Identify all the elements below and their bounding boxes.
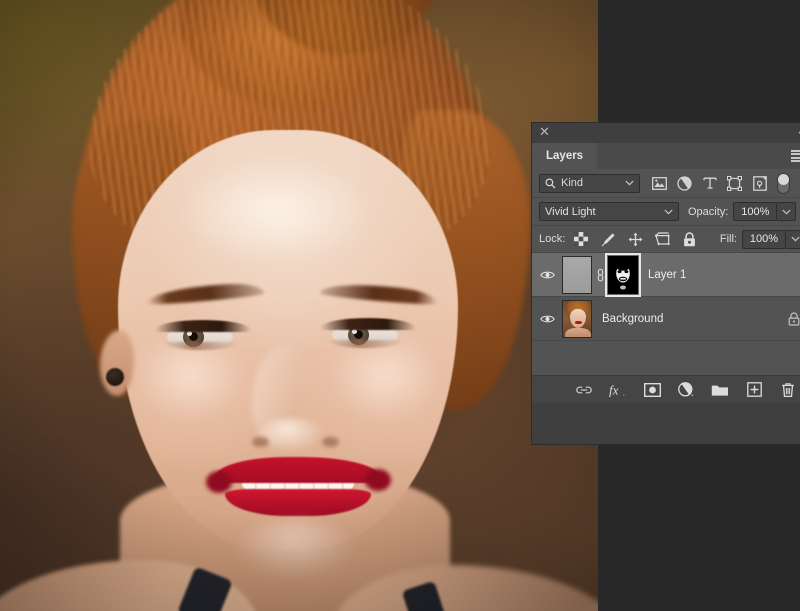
link-layers-button[interactable]: [574, 381, 594, 399]
lock-image-pixels-icon[interactable]: [600, 231, 616, 247]
new-layer-button[interactable]: [744, 381, 764, 399]
new-group-button[interactable]: [710, 381, 730, 399]
filter-kind-select[interactable]: Kind: [539, 173, 640, 193]
layer-name-label: Layer 1: [648, 268, 687, 281]
chevron-down-icon: [664, 209, 673, 215]
search-icon: [545, 178, 556, 189]
filter-smart-object-icon[interactable]: [751, 175, 768, 192]
filter-kind-label: Kind: [561, 177, 584, 189]
layer-list: Layer 1 Background: [532, 252, 800, 375]
layer-visibility-toggle[interactable]: [532, 314, 562, 324]
filter-adjustment-layers-icon[interactable]: [676, 175, 693, 192]
layer-style-fx-button[interactable]: fx: [608, 381, 628, 399]
svg-text:fx: fx: [609, 382, 619, 397]
tab-layers[interactable]: Layers: [532, 143, 598, 169]
new-adjustment-layer-button[interactable]: [676, 381, 696, 399]
lock-label: Lock:: [539, 233, 566, 245]
table-row[interactable]: Layer 1: [532, 252, 800, 297]
filter-icon-group: [651, 175, 768, 192]
portrait-photo: [0, 0, 598, 611]
opacity-slider-chevron-icon[interactable]: [777, 202, 797, 221]
layers-panel-footer: fx: [532, 375, 800, 403]
panel-titlebar: ✕ «: [532, 123, 800, 143]
filter-enable-toggle[interactable]: [777, 172, 790, 194]
lock-all-icon[interactable]: [681, 231, 697, 247]
layer-thumbnail[interactable]: [562, 255, 592, 294]
layer-list-empty-space: [532, 341, 800, 375]
panel-body: Kind Vivid Light Opacity: 100% Lock: Fil…: [532, 169, 800, 403]
lock-position-icon[interactable]: [627, 231, 643, 247]
photo-vignette: [0, 0, 598, 611]
layers-panel: ✕ « Layers Kind: [532, 123, 800, 444]
lock-artboard-nesting-icon[interactable]: [654, 231, 670, 247]
close-icon[interactable]: ✕: [538, 125, 551, 139]
panel-tab-row: Layers: [532, 143, 800, 169]
add-layer-mask-button[interactable]: [642, 381, 662, 399]
opacity-label: Opacity:: [688, 205, 729, 218]
hamburger-menu-icon[interactable]: [791, 150, 800, 162]
filter-type-layers-icon[interactable]: [701, 175, 718, 192]
app-root: ✕ « Layers Kind: [0, 0, 800, 611]
layer-mask-link-icon[interactable]: [592, 267, 608, 283]
layer-locked-icon: [788, 311, 800, 326]
layer-thumbnail[interactable]: [562, 299, 592, 338]
tab-row-filler: [597, 143, 800, 169]
filter-pixel-layers-icon[interactable]: [651, 175, 668, 192]
document-canvas[interactable]: [0, 0, 598, 611]
fill-slider-chevron-icon[interactable]: [786, 229, 800, 249]
blend-mode-select[interactable]: Vivid Light: [539, 202, 679, 221]
layer-visibility-toggle[interactable]: [532, 270, 562, 280]
filter-shape-layers-icon[interactable]: [726, 175, 743, 192]
layer-filter-row: Kind: [532, 169, 800, 197]
layer-name-label: Background: [602, 312, 664, 325]
blend-mode-value: Vivid Light: [545, 205, 596, 218]
tab-layers-label: Layers: [546, 150, 584, 162]
lock-icon-group: [573, 231, 697, 247]
lock-row: Lock: Fill: 100%: [532, 226, 800, 252]
opacity-input[interactable]: 100%: [733, 202, 778, 221]
table-row[interactable]: Background: [532, 297, 800, 341]
fill-label: Fill:: [719, 233, 737, 245]
fill-input[interactable]: 100%: [742, 229, 786, 249]
chevron-down-icon: [625, 180, 634, 186]
delete-layer-button[interactable]: [778, 381, 798, 399]
lock-transparent-pixels-icon[interactable]: [573, 231, 589, 247]
blend-mode-row: Vivid Light Opacity: 100%: [532, 198, 800, 225]
layer-mask-thumbnail[interactable]: [605, 252, 641, 297]
